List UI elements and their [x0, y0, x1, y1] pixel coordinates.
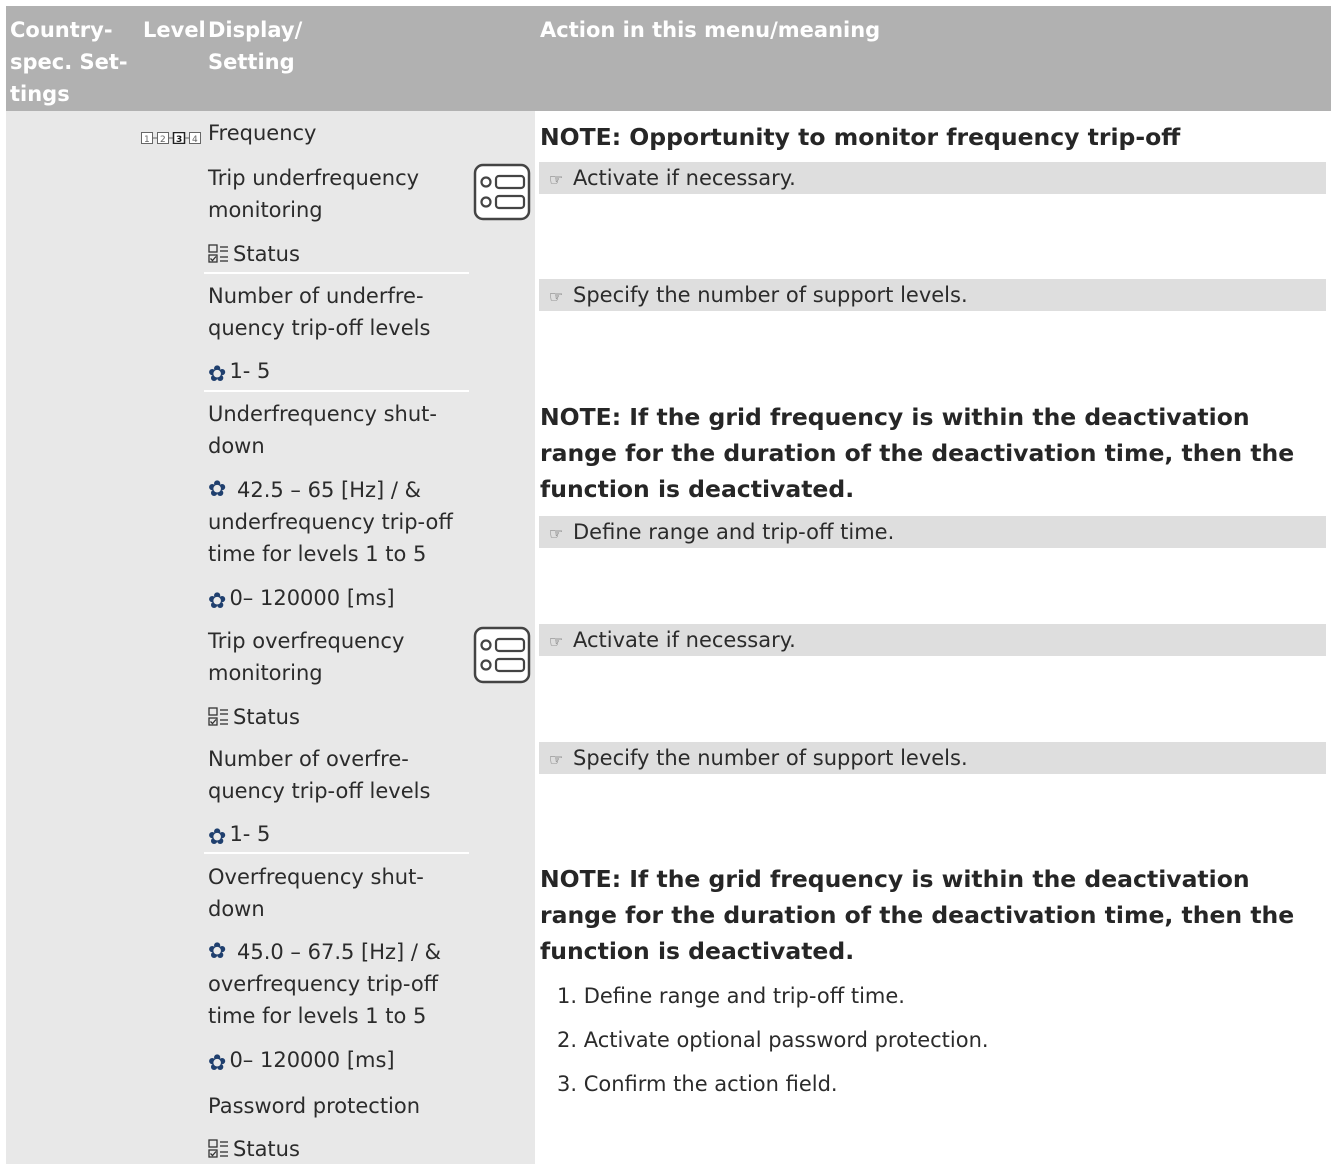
status-text: Status [233, 242, 300, 266]
num-overfrequency-label: Number of overfre- quency trip-off level… [208, 747, 431, 803]
underfrequency-note: NOTE: If the grid frequency is within th… [540, 403, 1295, 503]
pointing-hand-icon: ☞ [548, 170, 564, 189]
list-item: 1. Define range and trip-off time. [557, 984, 905, 1008]
action-text: Activate if necessary. [573, 628, 796, 652]
action-text: Specify the number of support levels. [573, 746, 968, 770]
header-display: Display/ Setting [208, 18, 303, 74]
setting-value: 0– 120000 [ms] [229, 1048, 395, 1072]
trip-underfrequency-label: Trip underfrequency monitoring [208, 166, 420, 222]
action-text: Define range and trip-off time. [573, 520, 895, 544]
svg-text:2: 2 [160, 135, 166, 144]
table-header: Country- spec. Set- tings Level Display/… [6, 6, 1331, 111]
overfrequency-shutdown-range: ✿ 45.0 – 67.5 [Hz] / & overfrequency tri… [208, 936, 441, 1032]
frequency-note: NOTE: Opportunity to monitor frequency t… [540, 123, 1181, 151]
action-specify-under: ☞ Specify the number of support levels. [539, 279, 1326, 311]
action-define-under: ☞ Define range and trip-off time. [539, 516, 1326, 548]
overfrequency-note: NOTE: If the grid frequency is within th… [540, 865, 1295, 965]
action-activate-under: ☞ Activate if necessary. [539, 162, 1326, 194]
gear-icon: ✿ [208, 1051, 227, 1076]
header-country: Country- spec. Set- tings [10, 18, 128, 106]
gear-icon: ✿ [208, 477, 227, 502]
num-underfrequency-setting: ✿ 1- 5 [208, 355, 270, 391]
pointing-hand-icon: ☞ [548, 750, 564, 769]
toggle-setting-icon [473, 626, 531, 684]
svg-text:3: 3 [176, 135, 182, 144]
pointing-hand-icon: ☞ [548, 524, 564, 543]
underfrequency-shutdown-label: Underfrequency shut- down [208, 402, 437, 458]
overfrequency-shutdown-time: ✿ 0– 120000 [ms] [208, 1044, 395, 1080]
status-list-icon [208, 1139, 228, 1158]
underfrequency-shutdown-range: ✿ 42.5 – 65 [Hz] / & underfrequency trip… [208, 474, 453, 570]
action-text: Specify the number of support levels. [573, 283, 968, 307]
status-list-icon [208, 244, 228, 263]
status-text: Status [233, 1137, 300, 1161]
list-item: 3. Confirm the action field. [557, 1072, 838, 1096]
num-underfrequency-label: Number of underfre- quency trip-off leve… [208, 284, 431, 340]
gear-icon: ✿ [208, 825, 227, 850]
svg-text:4: 4 [192, 135, 198, 144]
level-indicator-icon: 1 2 3 4 [141, 132, 201, 144]
password-protection-setting: Status [208, 1133, 300, 1165]
setting-value: 42.5 – 65 [Hz] / & underfrequency trip-o… [208, 478, 453, 566]
step-list: 1. Define range and trip-off time. 2. Ac… [557, 974, 989, 1106]
gear-icon: ✿ [208, 939, 227, 964]
setting-value: 1- 5 [229, 822, 271, 846]
password-protection-label: Password protection [208, 1094, 421, 1118]
trip-overfrequency-label: Trip overfrequency monitoring [208, 629, 405, 685]
frequency-title: Frequency [208, 121, 317, 145]
pointing-hand-icon: ☞ [548, 287, 564, 306]
trip-overfrequency-setting: Status [208, 701, 300, 733]
underfrequency-shutdown-time: ✿ 0– 120000 [ms] [208, 582, 395, 618]
trip-underfrequency-setting: Status [208, 238, 300, 270]
status-text: Status [233, 705, 300, 729]
gear-icon: ✿ [208, 589, 227, 614]
gear-icon: ✿ [208, 362, 227, 387]
row-separator [204, 272, 469, 274]
setting-value: 0– 120000 [ms] [229, 586, 395, 610]
setting-value: 1- 5 [229, 359, 271, 383]
action-specify-over: ☞ Specify the number of support levels. [539, 742, 1326, 774]
list-item: 2. Activate optional password protection… [557, 1028, 989, 1052]
setting-value: 45.0 – 67.5 [Hz] / & overfrequency trip-… [208, 940, 442, 1028]
num-overfrequency-setting: ✿ 1- 5 [208, 818, 270, 854]
action-text: Activate if necessary. [573, 166, 796, 190]
header-level: Level [143, 18, 206, 42]
svg-text:1: 1 [144, 135, 150, 144]
action-activate-over: ☞ Activate if necessary. [539, 624, 1326, 656]
settings-table: Country- spec. Set- tings Level Display/… [6, 6, 1331, 1164]
toggle-setting-icon [473, 163, 531, 221]
header-action: Action in this menu/meaning [540, 18, 881, 42]
status-list-icon [208, 707, 228, 726]
pointing-hand-icon: ☞ [548, 632, 564, 651]
overfrequency-shutdown-label: Overfrequency shut- down [208, 865, 424, 921]
